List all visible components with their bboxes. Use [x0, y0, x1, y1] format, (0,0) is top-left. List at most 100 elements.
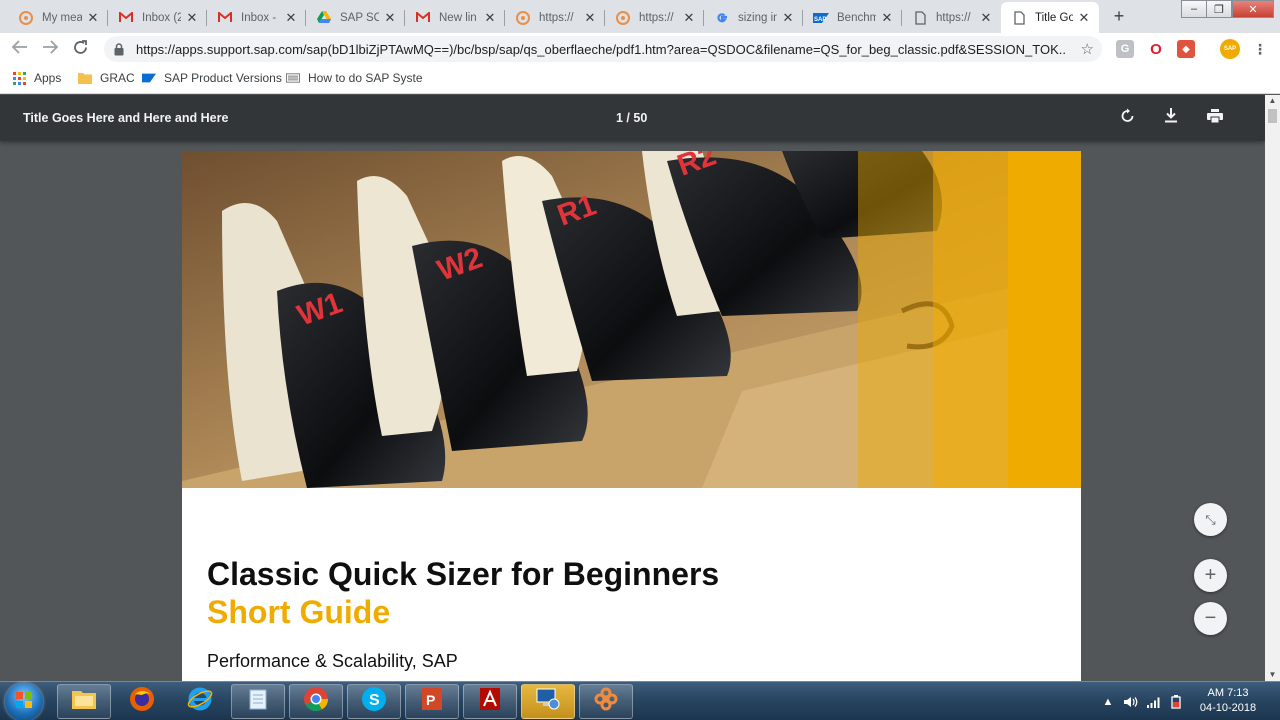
svg-text:S: S [369, 692, 380, 709]
taskbar-acrobat[interactable] [463, 684, 517, 719]
tab-8[interactable]: sizing in ✕ [704, 2, 803, 33]
tab-4[interactable]: SAP SO ✕ [306, 2, 405, 33]
address-bar[interactable]: https://apps.support.sap.com/sap(bD1lbiZ… [104, 36, 1102, 62]
bookmark-sap-product-versions[interactable]: SAP Product Versions [142, 71, 282, 85]
chrome-icon [303, 686, 329, 717]
document-author-line: Performance & Scalability, SAP [207, 651, 458, 671]
tab-6[interactable]: https:// ✕ [505, 2, 605, 33]
new-tab-button[interactable]: + [1107, 6, 1131, 28]
windows-taskbar: S P ▲ AM 7:13 04-10-2018 [0, 681, 1280, 720]
arrow-left-icon [11, 40, 28, 58]
google-icon [714, 10, 730, 26]
shield-ext-icon[interactable]: ◆ [1177, 40, 1195, 58]
tab-active[interactable]: Title Go ✕ [1001, 2, 1099, 33]
sap-logo-icon: SAP [813, 10, 829, 26]
taskbar-notepad[interactable] [231, 684, 285, 719]
doc-icon [286, 71, 300, 85]
printer-icon [1207, 108, 1223, 128]
close-window-button[interactable]: ✕ [1232, 0, 1274, 18]
start-button[interactable] [5, 683, 43, 720]
windows-explorer-icon [71, 688, 97, 715]
bookmark-apps[interactable]: Apps [12, 71, 61, 85]
skype-icon: S [361, 686, 387, 717]
taskbar-powerpoint[interactable]: P [405, 684, 459, 719]
avatar[interactable]: SAP [1220, 39, 1240, 59]
download-button[interactable] [1160, 107, 1182, 129]
taskbar-explorer[interactable] [57, 684, 111, 719]
back-button[interactable] [9, 38, 31, 60]
tab-5[interactable]: New lin ✕ [405, 2, 505, 33]
print-button[interactable] [1204, 107, 1226, 129]
gmail-icon [415, 10, 431, 26]
opera-icon[interactable]: O [1147, 40, 1165, 58]
scroll-thumb[interactable] [1268, 109, 1277, 123]
rotate-button[interactable] [1116, 107, 1138, 129]
taskbar-sap-gui[interactable] [579, 684, 633, 719]
close-tab-icon[interactable]: ✕ [383, 10, 397, 25]
document-title: Classic Quick Sizer for Beginners [207, 556, 720, 592]
sap-flower-icon [615, 10, 631, 26]
taskbar-remote-desktop[interactable] [521, 684, 575, 719]
taskbar-firefox[interactable] [115, 684, 169, 719]
taskbar-clock[interactable]: AM 7:13 04-10-2018 [1190, 686, 1266, 716]
volume-icon[interactable] [1122, 682, 1140, 720]
reload-icon [73, 39, 88, 59]
svg-text:P: P [426, 692, 435, 708]
close-tab-icon[interactable]: ✕ [583, 10, 597, 25]
bookmark-how-to-do-sap[interactable]: How to do SAP Syste [286, 71, 423, 85]
close-tab-icon[interactable]: ✕ [284, 10, 298, 25]
close-tab-icon[interactable]: ✕ [979, 10, 993, 25]
scroll-down-arrow-icon[interactable]: ▼ [1265, 669, 1280, 681]
close-tab-icon[interactable]: ✕ [880, 10, 894, 25]
folder-icon [78, 71, 92, 85]
sap-flower-icon [515, 10, 531, 26]
menu-kebab-icon[interactable]: ⋮ [1251, 40, 1269, 58]
bookmark-star-icon[interactable]: ☆ [1081, 40, 1094, 58]
ext-g-icon[interactable]: G [1116, 40, 1134, 58]
taskbar-internet-explorer[interactable] [173, 684, 227, 719]
url-text[interactable]: https://apps.support.sap.com/sap(bD1lbiZ… [136, 42, 1066, 57]
lock-icon [114, 42, 126, 56]
clock-date: 04-10-2018 [1199, 702, 1257, 714]
zoom-in-button[interactable]: + [1194, 559, 1227, 592]
reload-button[interactable] [69, 38, 91, 60]
power-icon[interactable] [1167, 682, 1185, 720]
gmail-icon [217, 10, 233, 26]
fit-to-page-button[interactable]: ⤡ [1194, 503, 1227, 536]
firefox-icon [129, 686, 155, 717]
tab-1[interactable]: My mea ✕ [8, 2, 108, 33]
close-tab-icon[interactable]: ✕ [1077, 10, 1091, 25]
tray-expand-icon[interactable]: ▲ [1101, 682, 1115, 720]
tab-3[interactable]: Inbox - ✕ [207, 2, 306, 33]
pdf-title: Title Goes Here and Here and Here [23, 111, 229, 125]
tab-2[interactable]: Inbox (2 ✕ [108, 2, 207, 33]
scroll-up-arrow-icon[interactable]: ▲ [1265, 95, 1280, 107]
svg-text:SAP: SAP [814, 17, 826, 23]
close-tab-icon[interactable]: ✕ [781, 10, 795, 25]
close-tab-icon[interactable]: ✕ [483, 10, 497, 25]
minimize-button[interactable]: – [1181, 0, 1207, 18]
close-tab-icon[interactable]: ✕ [86, 10, 100, 25]
bookmark-grac[interactable]: GRAC [78, 71, 135, 85]
forward-button[interactable] [39, 38, 61, 60]
download-icon [1164, 108, 1178, 128]
page-indicator[interactable]: 1 / 50 [616, 111, 647, 125]
tab-7[interactable]: https:// ✕ [605, 2, 704, 33]
rotate-icon [1120, 108, 1135, 128]
close-tab-icon[interactable]: ✕ [185, 10, 199, 25]
taskbar-chrome[interactable] [289, 684, 343, 719]
zoom-out-button[interactable]: − [1194, 602, 1227, 635]
acrobat-icon [478, 686, 502, 717]
page-icon [912, 10, 928, 26]
maximize-button[interactable]: ❐ [1206, 0, 1232, 18]
tab-10[interactable]: https:// ✕ [902, 2, 1001, 33]
taskbar-skype[interactable]: S [347, 684, 401, 719]
internet-explorer-icon [187, 686, 213, 717]
network-signal-icon[interactable] [1145, 682, 1163, 720]
windows-logo-icon [15, 691, 33, 714]
close-tab-icon[interactable]: ✕ [682, 10, 696, 25]
vertical-scrollbar[interactable]: ▲ ▼ [1265, 95, 1280, 681]
sap-flower-icon [593, 686, 619, 717]
bookmarks-bar: Apps GRAC SAP Product Versions How to do… [0, 64, 1280, 94]
tab-9[interactable]: SAP Benchm ✕ [803, 2, 902, 33]
